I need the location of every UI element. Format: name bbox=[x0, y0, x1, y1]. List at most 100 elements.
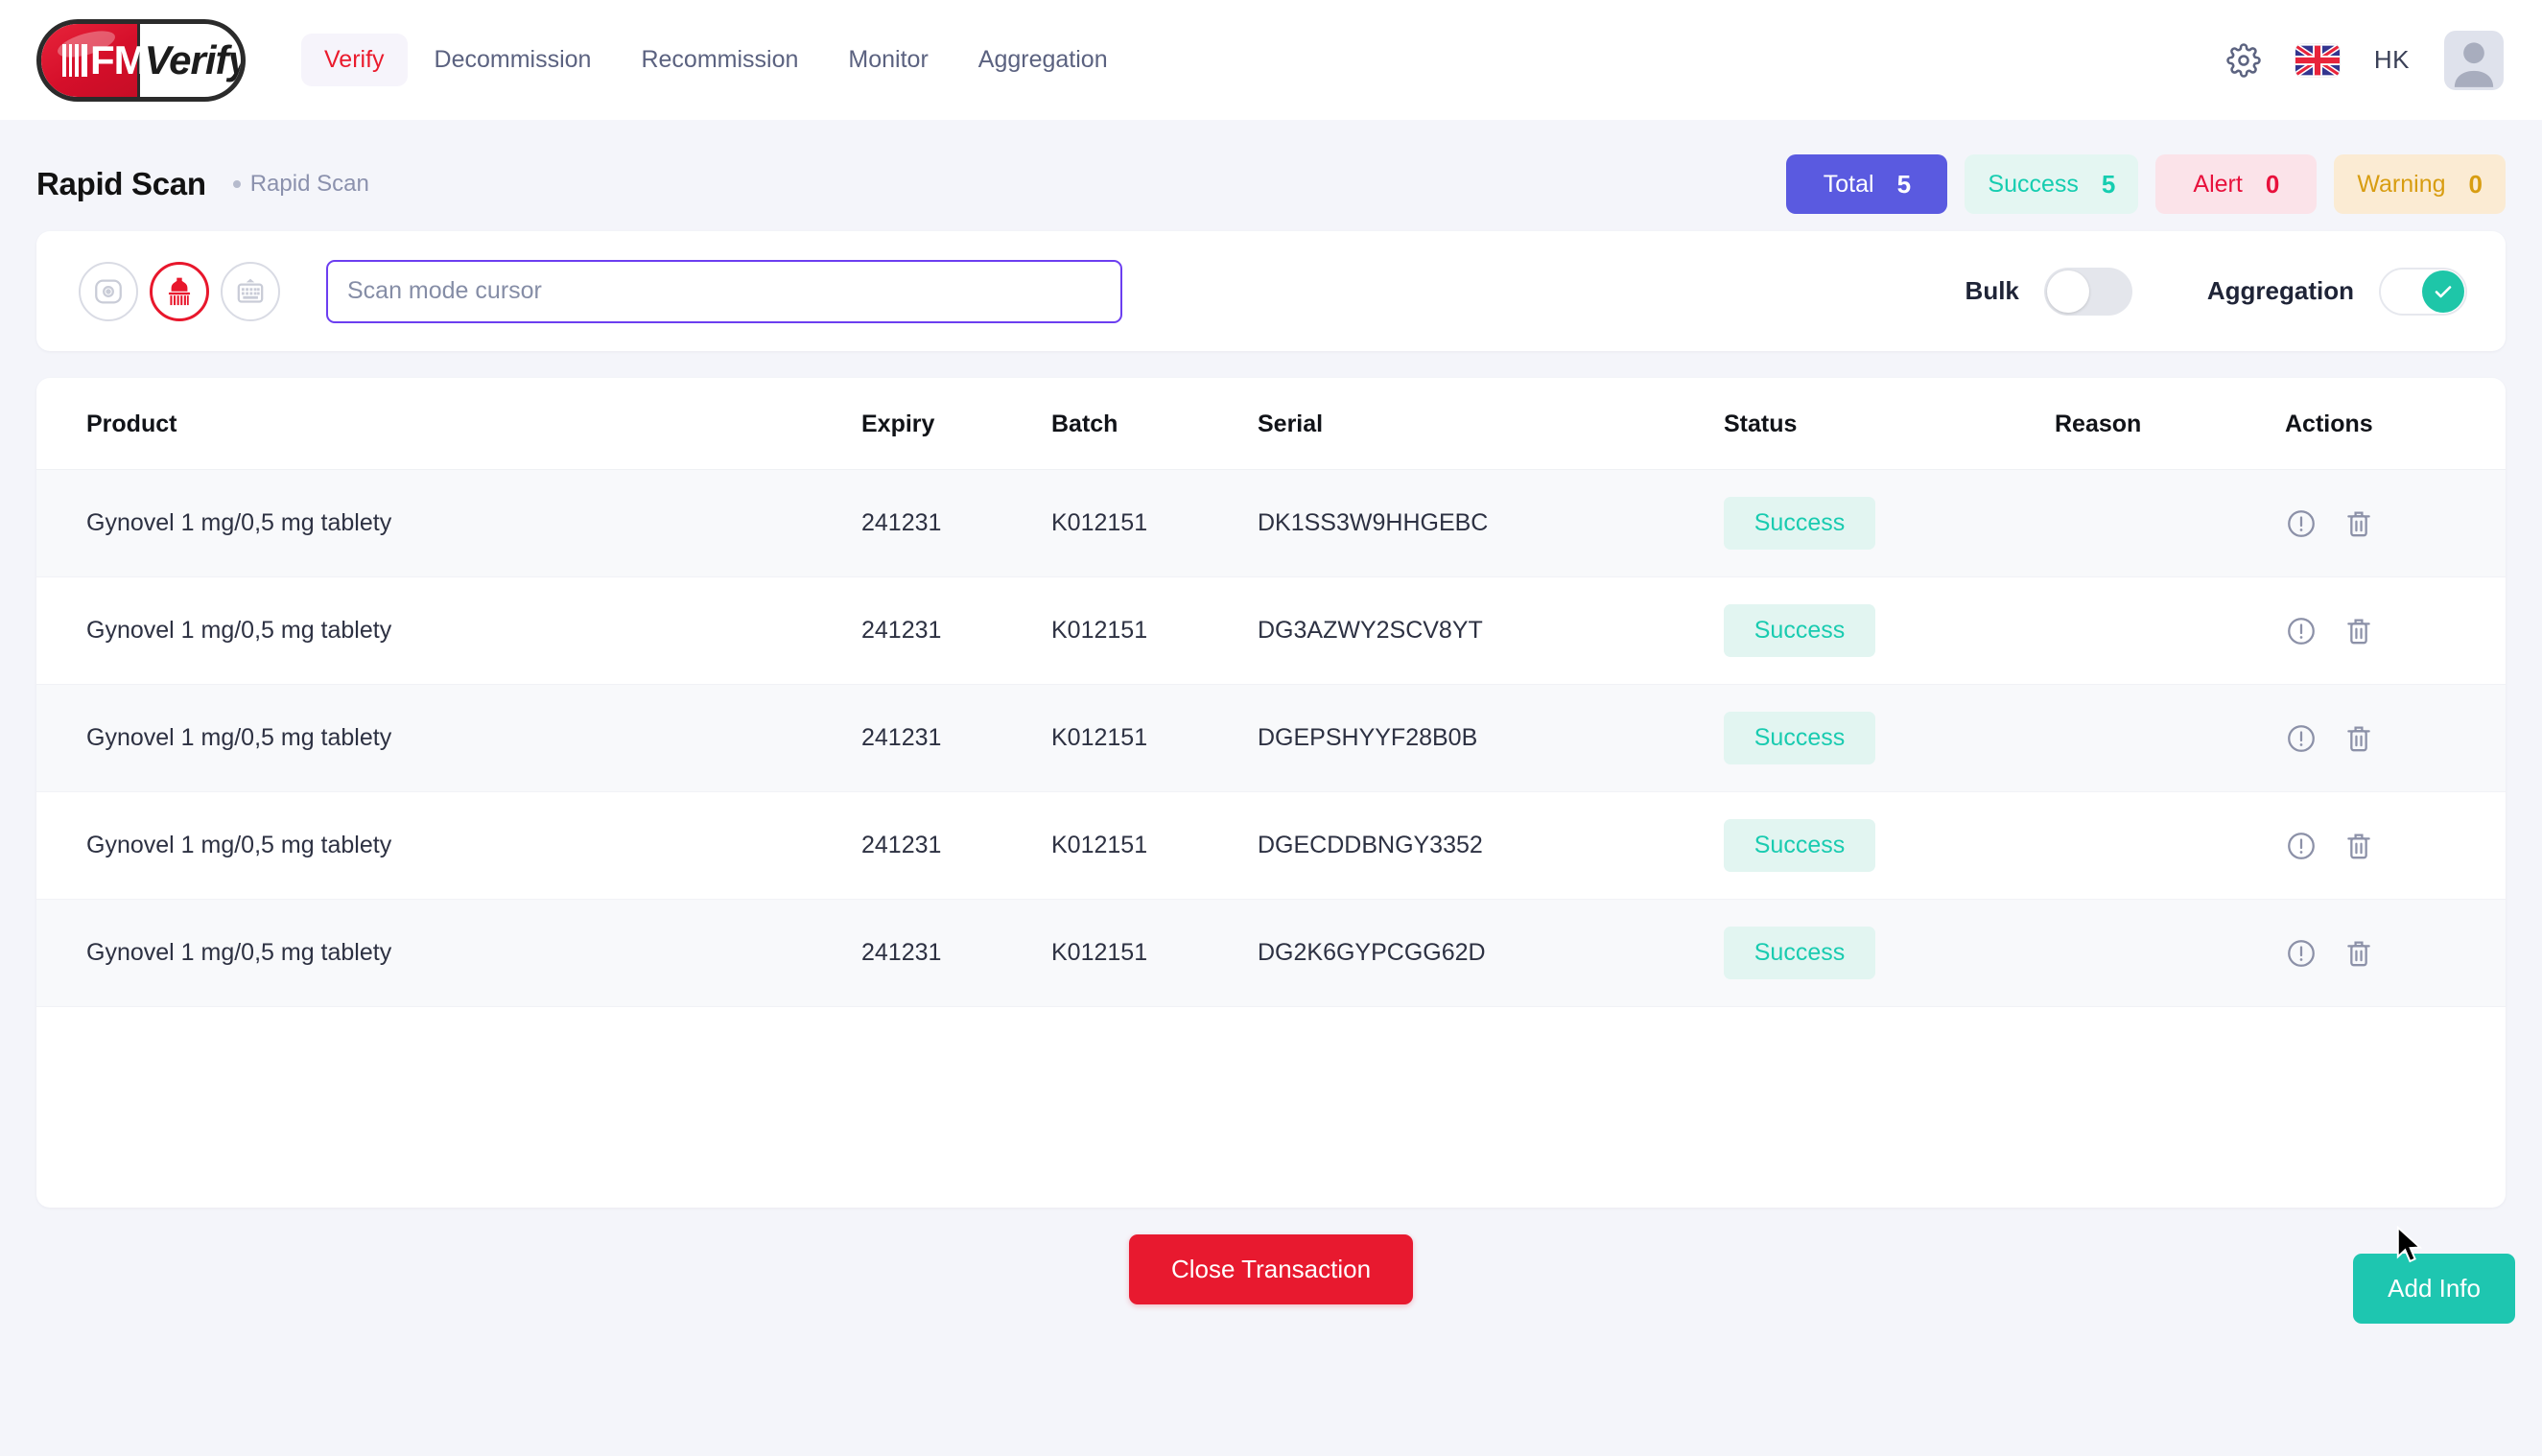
scan-mode-scanner-button[interactable] bbox=[150, 261, 209, 321]
bulk-toggle-label: Bulk bbox=[1965, 276, 2019, 305]
top-bar-right-cluster: HK bbox=[2226, 30, 2504, 90]
status-badge-total-value: 5 bbox=[1896, 169, 1912, 199]
cell-reason bbox=[2055, 900, 2285, 1007]
cell-expiry: 241231 bbox=[861, 724, 942, 751]
avatar[interactable] bbox=[2444, 30, 2504, 90]
scan-results-table: Product Expiry Batch Serial Status Reaso… bbox=[36, 378, 2506, 1007]
scan-control-panel: Bulk Aggregation bbox=[36, 231, 2506, 351]
breadcrumb-label: Rapid Scan bbox=[249, 171, 369, 197]
table-row[interactable]: Gynovel 1 mg/0,5 mg tablety 241231 K0121… bbox=[36, 469, 2506, 577]
cell-batch: K012151 bbox=[1051, 617, 1148, 644]
column-header-serial: Serial bbox=[1258, 378, 1724, 470]
aggregation-toggle-knob bbox=[2422, 270, 2464, 313]
cell-product: Gynovel 1 mg/0,5 mg tablety bbox=[86, 939, 392, 966]
trash-icon[interactable] bbox=[2342, 722, 2375, 755]
cell-product: Gynovel 1 mg/0,5 mg tablety bbox=[86, 832, 392, 858]
nav-item-recommission[interactable]: Recommission bbox=[618, 34, 821, 86]
cell-product: Gynovel 1 mg/0,5 mg tablety bbox=[86, 617, 392, 644]
info-circle-icon[interactable] bbox=[2285, 830, 2318, 862]
camera-scan-icon bbox=[95, 279, 122, 303]
add-info-button[interactable]: Add Info bbox=[2353, 1254, 2515, 1324]
info-circle-icon[interactable] bbox=[2285, 937, 2318, 970]
cell-expiry: 241231 bbox=[861, 509, 942, 536]
cell-reason bbox=[2055, 470, 2285, 577]
capsule-logo-shape: FM Verify bbox=[36, 18, 246, 102]
app-logo[interactable]: FM Verify bbox=[36, 18, 246, 102]
user-initials-label: HK bbox=[2373, 45, 2410, 74]
cell-actions bbox=[2285, 900, 2506, 1007]
cell-serial: DGEPSHYYF28B0B bbox=[1258, 724, 1478, 751]
trash-icon[interactable] bbox=[2342, 830, 2375, 862]
gear-icon[interactable] bbox=[2226, 42, 2261, 78]
status-badge-alert[interactable]: Alert 0 bbox=[2155, 154, 2318, 214]
table-row[interactable]: Gynovel 1 mg/0,5 mg tablety 241231 K0121… bbox=[36, 791, 2506, 900]
cell-expiry: 241231 bbox=[861, 617, 942, 644]
status-badge-warning-label: Warning bbox=[2357, 170, 2446, 198]
footer-action-bar: Close Transaction Add Info bbox=[36, 1208, 2515, 1330]
status-summary-badges: Total 5 Success 5 Alert 0 Warning 0 bbox=[1786, 154, 2506, 214]
status-badge-alert-value: 0 bbox=[2265, 169, 2280, 199]
nav-item-aggregation[interactable]: Aggregation bbox=[955, 34, 1131, 86]
status-badge-success-label: Success bbox=[1988, 170, 2079, 198]
aggregation-toggle-group: Aggregation bbox=[2206, 267, 2467, 316]
cell-batch: K012151 bbox=[1051, 724, 1148, 751]
main-nav: Verify Decommission Recommission Monitor… bbox=[301, 34, 1131, 86]
cell-expiry: 241231 bbox=[861, 939, 942, 966]
page-header: Rapid Scan Rapid Scan Total 5 Success 5 … bbox=[0, 120, 2542, 231]
keyboard-icon bbox=[237, 278, 264, 303]
scan-input[interactable] bbox=[326, 259, 1122, 323]
bulk-toggle[interactable] bbox=[2043, 267, 2132, 316]
table-row[interactable]: Gynovel 1 mg/0,5 mg tablety 241231 K0121… bbox=[36, 576, 2506, 685]
nav-item-monitor[interactable]: Monitor bbox=[825, 34, 951, 86]
cell-batch: K012151 bbox=[1051, 509, 1148, 536]
trash-icon[interactable] bbox=[2342, 615, 2375, 647]
cell-expiry: 241231 bbox=[861, 832, 942, 858]
page-title: Rapid Scan bbox=[36, 166, 206, 201]
bulk-toggle-group: Bulk bbox=[1965, 267, 2132, 316]
scan-mode-camera-button[interactable] bbox=[79, 261, 138, 321]
barcode-scanner-gun-icon bbox=[168, 277, 191, 305]
cell-serial: DG3AZWY2SCV8YT bbox=[1258, 617, 1483, 644]
logo-fm-text: FM bbox=[90, 36, 148, 82]
check-icon bbox=[2435, 285, 2452, 297]
status-badge: Success bbox=[1724, 927, 1875, 979]
scan-mode-selector bbox=[79, 261, 280, 321]
table-body: Gynovel 1 mg/0,5 mg tablety 241231 K0121… bbox=[36, 469, 2506, 1007]
info-circle-icon[interactable] bbox=[2285, 507, 2318, 540]
scan-mode-keyboard-button[interactable] bbox=[221, 261, 280, 321]
scan-toggles: Bulk Aggregation bbox=[1965, 267, 2467, 316]
cell-serial: DGECDDBNGY3352 bbox=[1258, 832, 1483, 858]
status-badge-warning[interactable]: Warning 0 bbox=[2334, 154, 2506, 214]
cell-product: Gynovel 1 mg/0,5 mg tablety bbox=[86, 724, 392, 751]
info-circle-icon[interactable] bbox=[2285, 722, 2318, 755]
cell-batch: K012151 bbox=[1051, 939, 1148, 966]
uk-flag-icon[interactable] bbox=[2295, 43, 2340, 77]
status-badge-total[interactable]: Total 5 bbox=[1786, 154, 1948, 214]
status-badge-success[interactable]: Success 5 bbox=[1965, 154, 2139, 214]
nav-item-verify[interactable]: Verify bbox=[301, 34, 408, 86]
nav-item-decommission[interactable]: Decommission bbox=[412, 34, 615, 86]
trash-icon[interactable] bbox=[2342, 507, 2375, 540]
cell-serial: DG2K6GYPCGG62D bbox=[1258, 939, 1486, 966]
cell-status: Success bbox=[1724, 685, 2055, 792]
status-badge: Success bbox=[1724, 497, 1875, 550]
cell-status: Success bbox=[1724, 577, 2055, 685]
trash-icon[interactable] bbox=[2342, 937, 2375, 970]
cell-actions bbox=[2285, 792, 2506, 900]
column-header-actions: Actions bbox=[2285, 378, 2506, 470]
cell-serial: DK1SS3W9HHGEBC bbox=[1258, 509, 1489, 536]
cell-actions bbox=[2285, 685, 2506, 792]
status-badge: Success bbox=[1724, 819, 1875, 872]
aggregation-toggle-label: Aggregation bbox=[2206, 276, 2354, 305]
aggregation-toggle[interactable] bbox=[2379, 267, 2467, 316]
status-badge-total-label: Total bbox=[1823, 170, 1874, 198]
table-header: Product Expiry Batch Serial Status Reaso… bbox=[36, 378, 2506, 470]
cell-actions bbox=[2285, 577, 2506, 685]
info-circle-icon[interactable] bbox=[2285, 615, 2318, 647]
table-row[interactable]: Gynovel 1 mg/0,5 mg tablety 241231 K0121… bbox=[36, 684, 2506, 792]
table-row[interactable]: Gynovel 1 mg/0,5 mg tablety 241231 K0121… bbox=[36, 899, 2506, 1007]
user-avatar-icon bbox=[2454, 41, 2494, 87]
breadcrumb-dot-icon bbox=[232, 180, 241, 188]
status-badge: Success bbox=[1724, 712, 1875, 764]
close-transaction-button[interactable]: Close Transaction bbox=[1128, 1233, 1414, 1304]
